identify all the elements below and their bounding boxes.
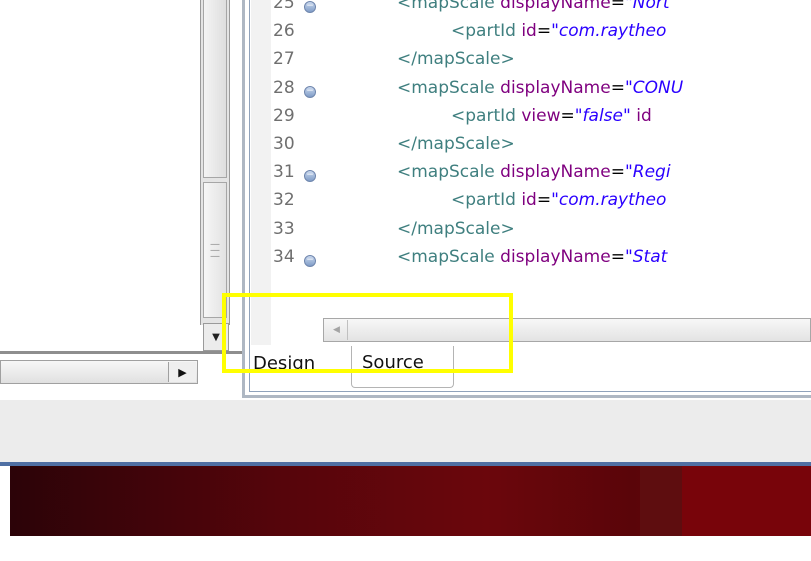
code-line: <mapScale displayName="Regi (397, 162, 671, 183)
collapse-fold-icon[interactable]: − (304, 85, 316, 98)
line-number: 27 (273, 49, 295, 70)
left-pane-scroll-thumb-upper[interactable] (203, 0, 227, 178)
status-bar (0, 400, 811, 465)
line-number: 33 (273, 218, 295, 239)
line-number: 25 (273, 0, 295, 13)
code-line: </mapScale> (397, 134, 515, 154)
code-line: <partId id="com.raytheo (451, 190, 667, 211)
highlight-rectangle (222, 293, 513, 373)
screen-bottom-edge (0, 536, 811, 561)
scroll-right-arrow-icon: ▶ (178, 365, 187, 379)
line-number: 31 (273, 162, 295, 183)
code-line: </mapScale> (397, 49, 515, 70)
code-line: </mapScale> (397, 218, 515, 239)
collapse-fold-icon[interactable]: − (304, 254, 316, 267)
line-number: 32 (273, 190, 295, 211)
line-number: 28 (273, 77, 295, 98)
code-line: <partId view="false" id (451, 105, 652, 126)
line-number: 26 (273, 21, 295, 42)
line-number: 29 (273, 105, 295, 126)
line-number: 34 (273, 246, 295, 267)
screen-edge (0, 466, 10, 536)
code-line: <mapScale displayName="Nort (397, 0, 670, 13)
code-line: <partId id="com.raytheo (451, 21, 667, 42)
scroll-down-arrow-icon: ▼ (212, 331, 220, 343)
scrollbar-grip-icon: — — — (210, 239, 220, 262)
scroll-right-button[interactable]: ▶ (168, 362, 196, 382)
collapse-fold-icon[interactable]: − (304, 1, 316, 13)
code-line: <mapScale displayName="Stat (397, 246, 668, 267)
left-pane-divider (0, 351, 243, 354)
line-number: 30 (273, 134, 295, 154)
code-line: <mapScale displayName="CONU (397, 77, 684, 98)
